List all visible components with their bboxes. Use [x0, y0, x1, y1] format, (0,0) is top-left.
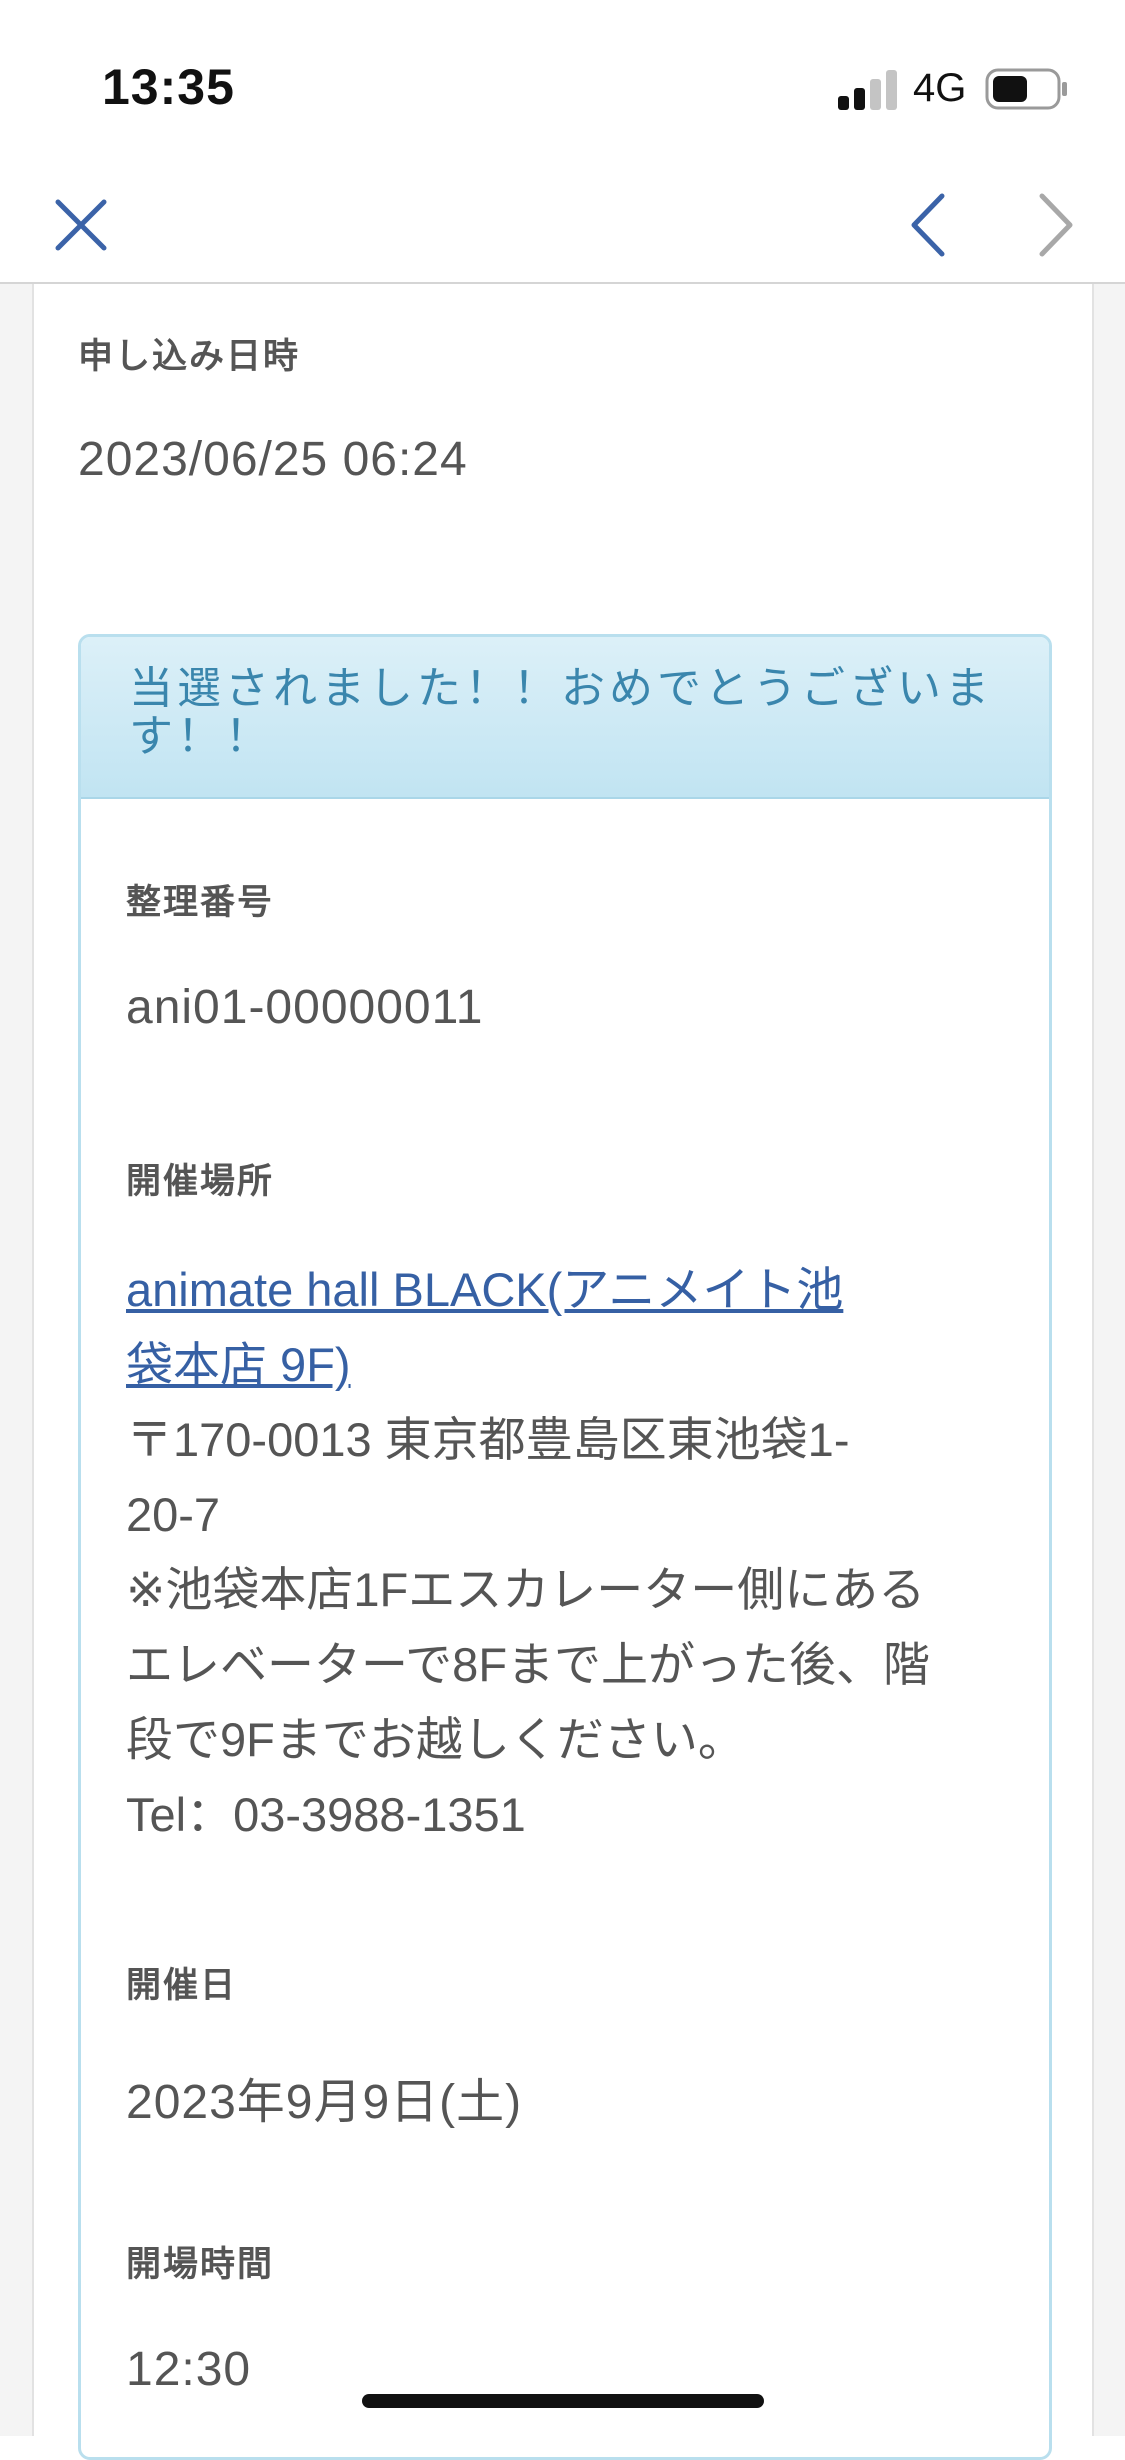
application-date-label: 申し込み日時: [78, 337, 301, 377]
status-bar: 13:35 4G: [0, 0, 1125, 170]
venue-access-note: エレベーターで8Fまで上がった後、階: [126, 1638, 931, 1691]
event-date-label: 開催日: [126, 1966, 238, 2006]
open-time-label: 開場時間: [126, 2245, 275, 2285]
ticket-number-value: ani01-00000011: [126, 981, 484, 1034]
venue-access-note: ※池袋本店1Fエスカレーター側にある: [126, 1563, 926, 1616]
open-time-value: 12:30: [126, 2343, 252, 2396]
ticket-number-label: 整理番号: [126, 883, 275, 923]
venue-link-line: animate hall BLACK(アニメイト池: [126, 1263, 844, 1316]
venue-link[interactable]: animate hall BLACK(アニメイト池 袋本店 9F): [126, 1252, 1006, 1402]
navigation-bar: [0, 170, 1125, 284]
result-banner: 当選されました！！おめでとうございます！！: [81, 637, 1049, 799]
chevron-left-icon: [911, 193, 945, 257]
network-type: 4G: [913, 66, 967, 110]
battery-icon: [985, 68, 1067, 110]
chevron-right-icon: [1039, 193, 1073, 257]
venue-address: 20-7: [126, 1488, 221, 1541]
forward-button[interactable]: [1012, 180, 1102, 270]
close-icon: [55, 199, 107, 251]
close-button[interactable]: [36, 180, 126, 270]
signal-icon: [838, 68, 898, 110]
venue-label: 開催場所: [126, 1162, 275, 1202]
result-message: 当選されました！！おめでとうございます！！: [129, 663, 993, 762]
status-time: 13:35: [102, 59, 235, 115]
back-button[interactable]: [884, 180, 974, 270]
application-date-value: 2023/06/25 06:24: [78, 433, 468, 486]
venue-details: animate hall BLACK(アニメイト池 袋本店 9F) 〒170-0…: [126, 1252, 1006, 1852]
home-indicator[interactable]: [362, 2394, 764, 2408]
venue-access-note: 段で9Fまでお越しください。: [126, 1713, 745, 1766]
event-date-value: 2023年9月9日(土): [126, 2076, 523, 2129]
venue-link-line: 袋本店 9F): [126, 1338, 351, 1391]
venue-phone: Tel：03-3988-1351: [126, 1788, 526, 1841]
venue-address: 〒170-0013 東京都豊島区東池袋1-: [126, 1413, 850, 1466]
